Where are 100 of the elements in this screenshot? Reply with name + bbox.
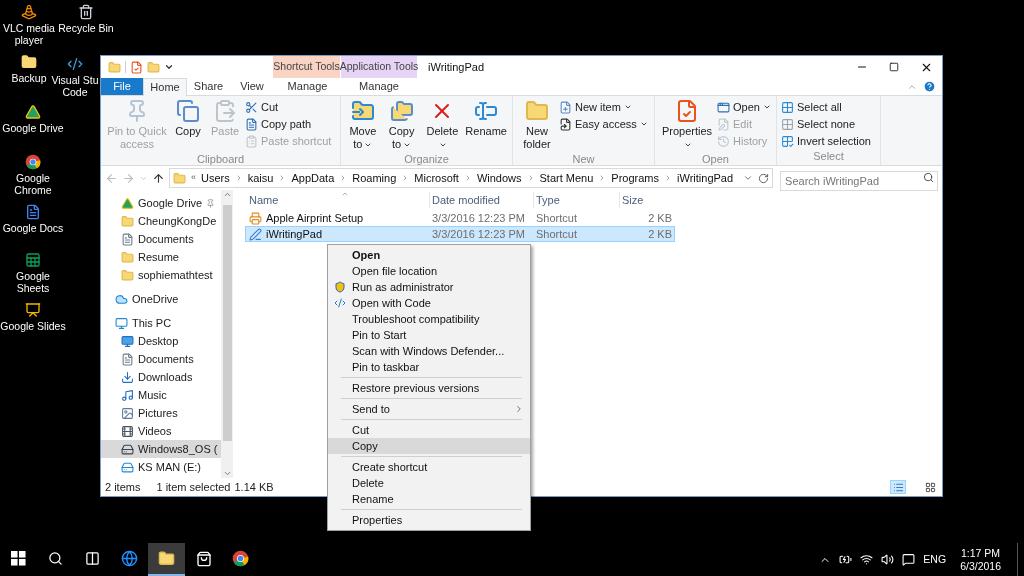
ribbon-button[interactable]: Move to — [345, 99, 381, 151]
ribbon-button[interactable]: Copy — [171, 99, 205, 138]
breadcrumb[interactable]: Windows — [476, 169, 522, 187]
nav-item[interactable]: Downloads — [101, 368, 221, 386]
menu-item[interactable]: Send to — [328, 401, 530, 417]
ribbon-button[interactable]: Rename — [464, 99, 508, 138]
taskbar-button[interactable] — [148, 543, 185, 576]
ribbon-tab[interactable]: Manage — [341, 78, 417, 95]
nav-item[interactable]: Videos — [101, 422, 221, 440]
menu-item[interactable]: Open file location — [328, 263, 530, 279]
wifi-icon[interactable] — [860, 553, 874, 566]
nav-item[interactable]: Music — [101, 386, 221, 404]
menu-item[interactable]: Run as administrator — [328, 279, 530, 295]
nav-item[interactable]: Documents — [101, 230, 221, 248]
desktop-icon-label[interactable]: Backup — [11, 72, 47, 84]
language-indicator[interactable]: ENG — [923, 551, 947, 568]
menu-item[interactable]: Scan with Windows Defender... — [328, 343, 530, 359]
up-arrow-icon[interactable] — [152, 171, 165, 185]
menu-item[interactable]: Open with Code — [328, 295, 530, 311]
desktop-icon-label[interactable]: Google Docs — [2, 222, 64, 234]
ribbon-button[interactable]: New folder — [517, 99, 557, 151]
desktop-icon-label[interactable]: VLC media player — [0, 22, 58, 46]
overflow-chevrons[interactable]: « — [191, 171, 196, 185]
clock-date[interactable]: 6/3/2016 — [960, 559, 1001, 573]
ribbon-tab[interactable]: Home — [143, 78, 187, 96]
ribbon-button[interactable]: Cut — [245, 100, 332, 114]
menu-item[interactable]: Cut — [328, 422, 530, 438]
column-header[interactable]: Name — [245, 191, 429, 209]
nav-item[interactable]: Windows8_OS ( — [101, 440, 221, 458]
menu-item[interactable]: Properties — [328, 512, 530, 528]
desktop-icon-label[interactable]: Google Drive — [2, 122, 64, 134]
desktop-icon-label[interactable]: Google Sheets — [0, 270, 66, 294]
notification-icon[interactable] — [902, 553, 916, 566]
menu-item[interactable]: Delete — [328, 475, 530, 491]
nav-item[interactable]: OneDrive — [101, 290, 221, 308]
nav-item[interactable]: sophiemathtest — [101, 266, 221, 284]
caret-icon[interactable] — [164, 62, 174, 72]
scroll-up-icon[interactable] — [222, 190, 232, 199]
menu-item[interactable]: Troubleshoot compatibility — [328, 311, 530, 327]
menu-item[interactable]: Copy — [328, 438, 530, 454]
nav-item[interactable]: Google Drive — [101, 194, 221, 212]
scrollbar-thumb[interactable] — [222, 205, 232, 441]
ribbon-tab[interactable]: Manage — [274, 78, 341, 95]
forward-arrow-icon[interactable] — [122, 171, 135, 185]
menu-item[interactable]: Create shortcut — [328, 459, 530, 475]
ribbon-button[interactable]: New item — [559, 100, 648, 114]
column-header[interactable]: Size — [619, 191, 673, 209]
breadcrumb[interactable]: Roaming — [352, 169, 397, 187]
clock-time[interactable]: 1:17 PM — [961, 546, 1001, 560]
menu-item[interactable]: Pin to taskbar — [328, 359, 530, 375]
ribbon-tab[interactable]: File — [101, 78, 143, 95]
ribbon-button[interactable]: Delete — [422, 99, 463, 151]
desktop-icon-label[interactable]: Visual Stu Code — [50, 74, 100, 98]
ribbon-button[interactable]: Copy path — [245, 117, 332, 131]
breadcrumb[interactable]: Users — [201, 169, 230, 187]
refresh-icon[interactable] — [758, 172, 770, 184]
nav-item[interactable]: Documents — [101, 350, 221, 368]
search-field[interactable]: Search iWritingPad — [780, 171, 938, 191]
nav-item[interactable]: Desktop — [101, 332, 221, 350]
menu-item[interactable]: Pin to Start — [328, 327, 530, 343]
check-document-icon[interactable] — [130, 60, 143, 74]
folder-icon[interactable] — [108, 60, 121, 74]
scrollbar[interactable] — [221, 190, 233, 478]
breadcrumb[interactable]: AppData — [291, 169, 335, 187]
nav-item[interactable]: CheungKongDe — [101, 212, 221, 230]
desktop-icon-label[interactable]: Google Chrome — [0, 172, 66, 196]
nav-item[interactable]: Pictures — [101, 404, 221, 422]
menu-item[interactable]: Open — [328, 247, 530, 263]
battery-icon[interactable] — [839, 553, 853, 566]
ribbon-button[interactable]: Easy access — [559, 117, 648, 131]
breadcrumb[interactable]: kaisu — [247, 169, 274, 187]
column-header[interactable]: Date modified — [429, 191, 533, 209]
desktop-icon-label[interactable]: Google Slides — [0, 320, 66, 332]
ribbon-button[interactable]: Invert selection — [781, 134, 871, 148]
ribbon-button[interactable]: Open — [717, 100, 771, 114]
nav-item[interactable]: KS MAN (E:) — [101, 458, 221, 476]
view-button[interactable] — [890, 480, 906, 494]
back-arrow-icon[interactable] — [105, 171, 118, 185]
ribbon-button[interactable]: Copy to — [382, 99, 421, 151]
ribbon-button[interactable]: Properties — [659, 99, 715, 151]
menu-item[interactable]: Restore previous versions — [328, 380, 530, 396]
desktop-icon-label[interactable]: Recycle Bin — [58, 22, 114, 34]
breadcrumb[interactable]: iWritingPad — [677, 169, 734, 187]
help-icon[interactable] — [923, 80, 936, 93]
breadcrumb[interactable]: Microsoft — [414, 169, 459, 187]
address-bar[interactable]: « Users kaisu AppData Roaming Microsoft Windows Start Menu Programs iWritingPad — [169, 168, 774, 188]
nav-item[interactable]: Resume — [101, 248, 221, 266]
breadcrumb[interactable]: Start Menu — [539, 169, 594, 187]
ribbon-tab[interactable]: View — [230, 78, 274, 95]
speaker-icon[interactable] — [881, 553, 895, 566]
column-header[interactable]: Type — [533, 191, 619, 209]
menu-item[interactable]: Rename — [328, 491, 530, 507]
ribbon-tab[interactable]: Share — [187, 78, 230, 95]
breadcrumb[interactable]: Programs — [611, 169, 660, 187]
ribbon-button[interactable]: Select all — [781, 100, 871, 114]
ribbon-button[interactable]: Select none — [781, 117, 871, 131]
scroll-down-icon[interactable] — [222, 469, 232, 478]
file-row[interactable]: iWritingPad 3/3/2016 12:23 PM Shortcut 2 KB — [245, 226, 675, 242]
file-row[interactable]: Apple Airprint Setup 3/3/2016 12:23 PM Shortcut 2 KB — [245, 210, 675, 226]
nav-item[interactable]: This PC — [101, 314, 221, 332]
